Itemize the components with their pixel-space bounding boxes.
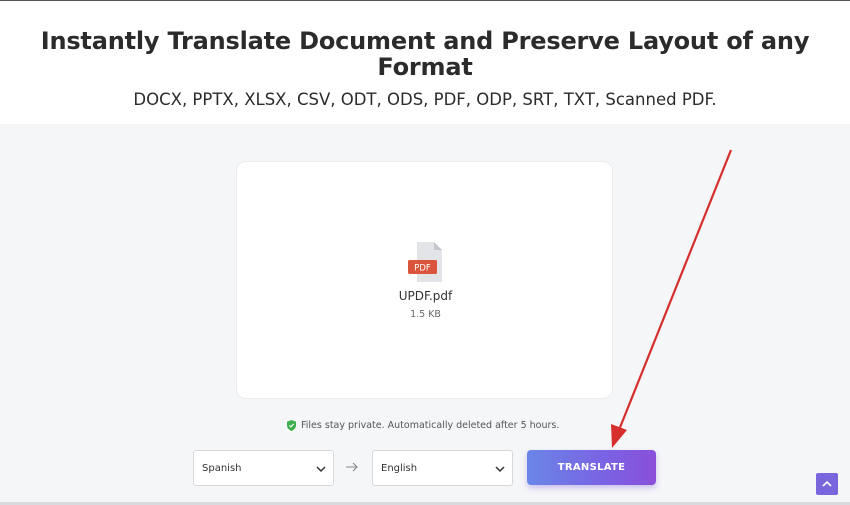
file-name: UPDF.pdf — [398, 289, 453, 303]
translate-button[interactable]: TRANSLATE — [527, 450, 656, 485]
source-language-value: Spanish — [202, 462, 242, 474]
chevron-up-icon — [822, 480, 832, 487]
supported-formats: DOCX, PPTX, XLSX, CSV, ODT, ODS, PDF, OD… — [133, 90, 717, 109]
shield-check-icon — [287, 419, 296, 431]
pdf-badge-text: PDF — [414, 264, 431, 274]
target-language-value: English — [381, 462, 418, 474]
pdf-file-icon: PDF — [408, 242, 442, 282]
privacy-text: Files stay private. Automatically delete… — [301, 419, 560, 431]
file-upload-card[interactable]: PDF UPDF.pdf 1.5 KB — [236, 161, 613, 399]
file-size: 1.5 KB — [410, 309, 441, 320]
source-language-select[interactable]: Spanish — [193, 450, 334, 486]
target-language-select[interactable]: English — [372, 450, 513, 486]
chevron-down-icon — [495, 466, 505, 473]
arrow-right-icon — [346, 462, 358, 472]
page-header: Instantly Translate Document and Preserv… — [0, 1, 850, 124]
page-title: Instantly Translate Document and Preserv… — [40, 27, 810, 81]
chevron-down-icon — [316, 466, 326, 473]
scroll-to-top-button[interactable] — [816, 473, 838, 495]
privacy-note: Files stay private. Automatically delete… — [287, 418, 559, 432]
